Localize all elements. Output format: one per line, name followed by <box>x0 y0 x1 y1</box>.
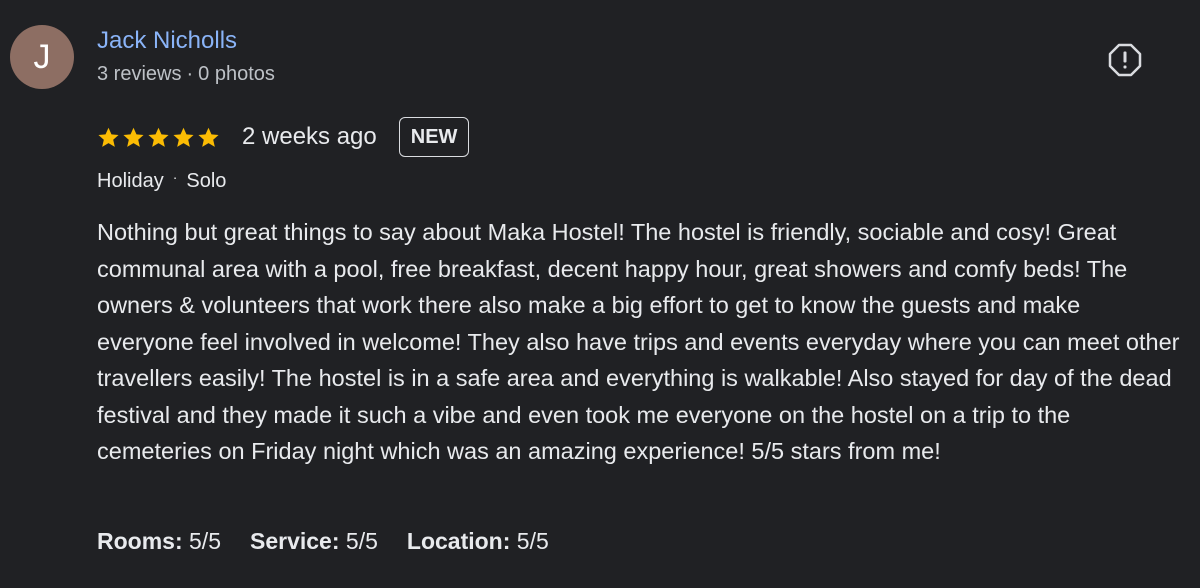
star-icon <box>198 127 219 147</box>
meta-separator: · <box>186 63 194 85</box>
star-icon <box>148 127 169 147</box>
review-time: 2 weeks ago <box>242 123 377 150</box>
photo-count: 0 photos <box>198 63 275 85</box>
trip-separator: · <box>172 169 178 185</box>
aspect-ratings: Rooms: 5/5 Service: 5/5 Location: 5/5 <box>97 528 549 555</box>
rating-service: Service: 5/5 <box>250 528 378 555</box>
star-icon <box>98 127 119 147</box>
trip-type: Holiday <box>97 170 164 192</box>
star-icon <box>123 127 144 147</box>
star-rating <box>97 126 220 149</box>
rating-rooms-label: Rooms: <box>97 528 183 554</box>
rating-service-label: Service: <box>250 528 340 554</box>
trip-context: Holiday · Solo <box>97 169 227 193</box>
rating-rooms-value: 5/5 <box>189 528 221 554</box>
report-review-button[interactable] <box>1108 43 1142 77</box>
rating-rooms: Rooms: 5/5 <box>97 528 221 555</box>
rating-row: 2 weeks ago NEW <box>97 116 470 158</box>
star-icon <box>173 127 194 147</box>
avatar[interactable]: J <box>10 25 74 89</box>
rating-location-label: Location: <box>406 528 511 554</box>
author-name-link[interactable]: Jack Nicholls <box>97 27 237 55</box>
review-card: J Jack Nicholls 3 reviews · 0 photos 2 wee… <box>0 0 1200 588</box>
trip-company: Solo <box>186 170 227 192</box>
author-meta: 3 reviews · 0 photos <box>97 63 275 86</box>
rating-location: Location: 5/5 <box>407 528 549 555</box>
rating-service-value: 5/5 <box>345 528 378 554</box>
review-text: Nothing but great things to say about Ma… <box>97 219 1180 464</box>
rating-location-value: 5/5 <box>516 528 549 554</box>
report-flag-icon <box>1108 43 1142 77</box>
new-badge: NEW <box>398 117 470 157</box>
review-count: 3 reviews <box>97 63 182 85</box>
